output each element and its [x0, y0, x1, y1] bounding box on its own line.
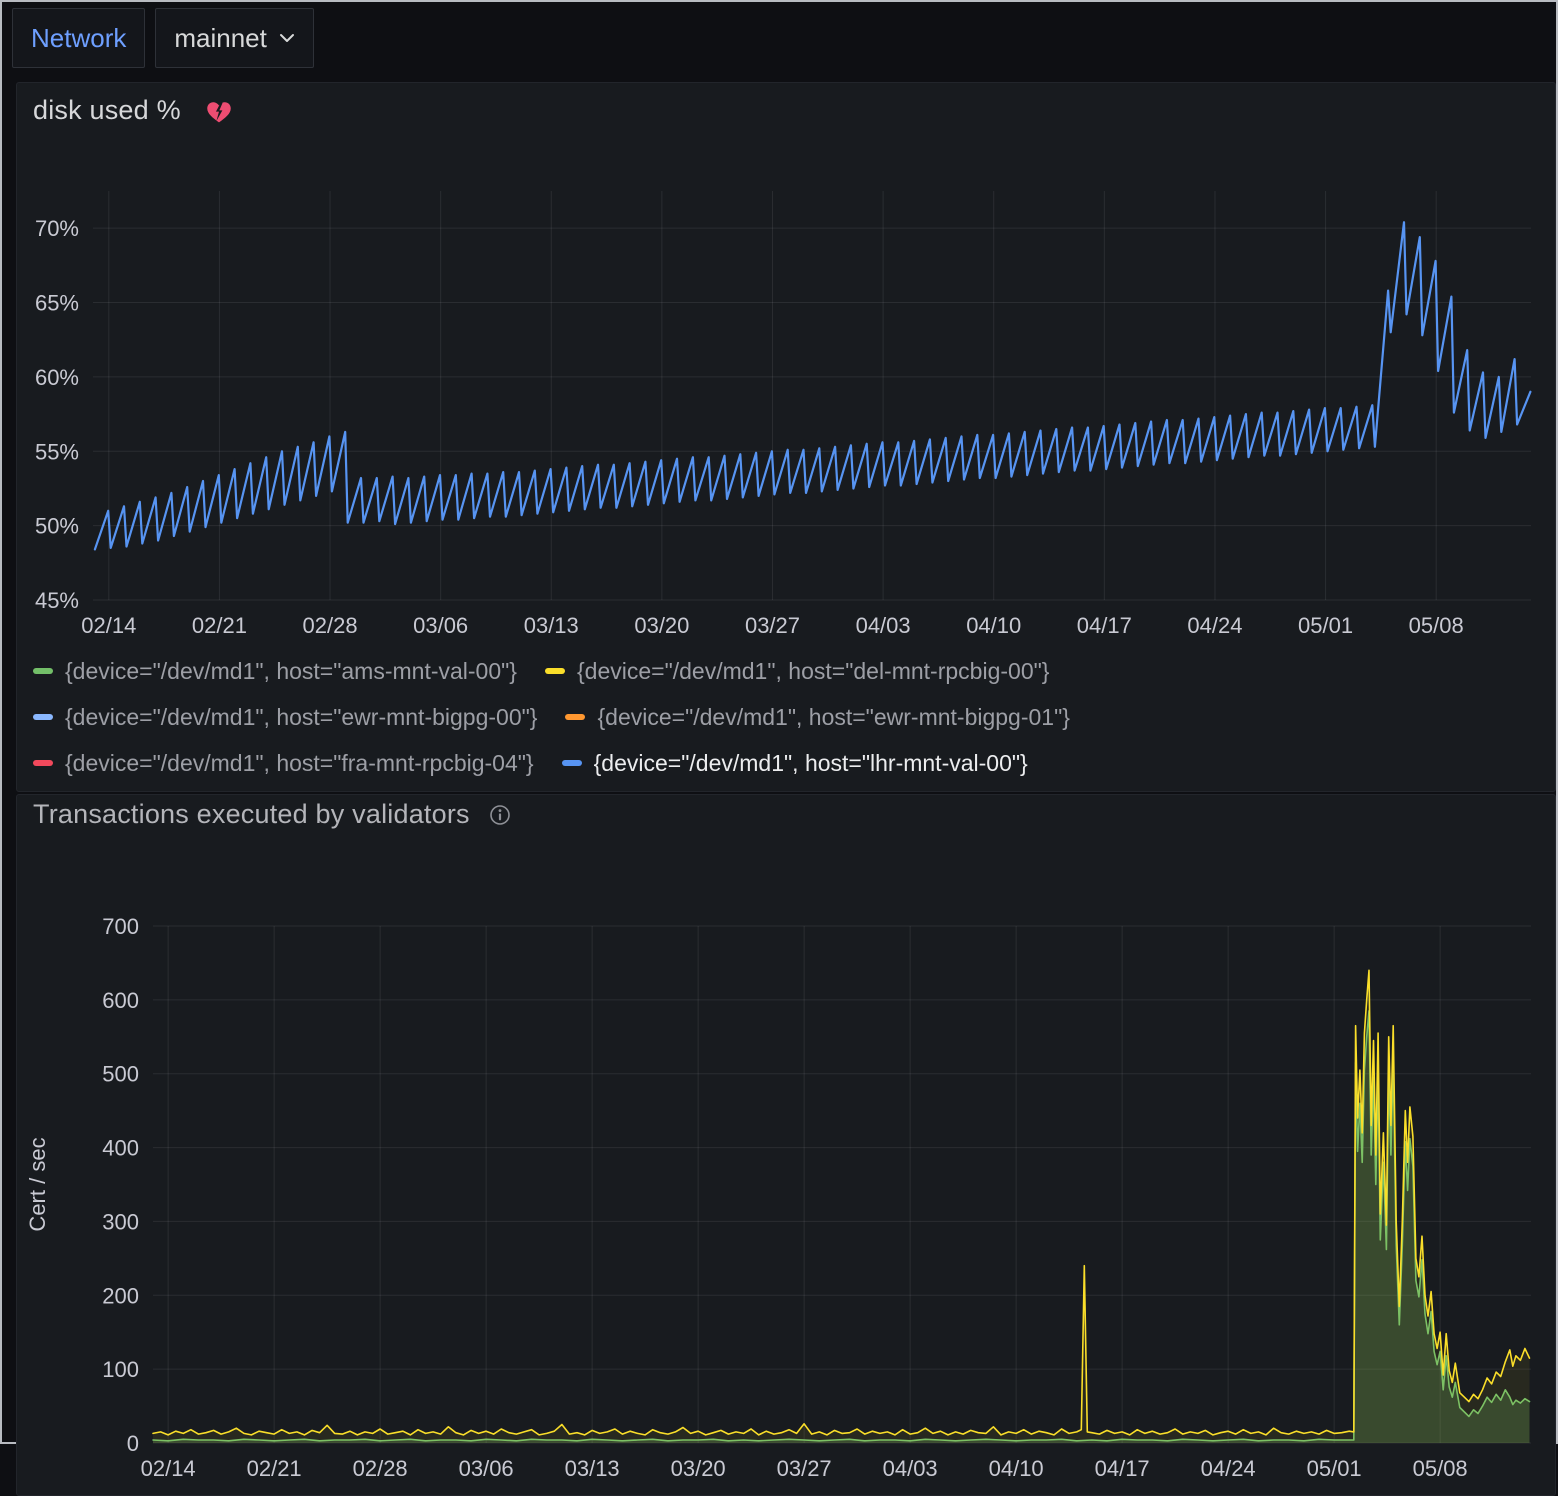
svg-text:04/10: 04/10 [966, 613, 1021, 638]
svg-text:200: 200 [102, 1283, 139, 1308]
svg-text:02/28: 02/28 [303, 613, 358, 638]
panel-transactions: Transactions executed by validators 02/1… [16, 794, 1556, 1496]
legend-item-label: {device="/dev/md1", host="ewr-mnt-bigpg-… [65, 704, 537, 731]
svg-text:04/10: 04/10 [989, 1456, 1044, 1481]
panel-disk-used: disk used % 02/1402/2102/2803/0603/1303/… [16, 82, 1556, 792]
disk-used-chart-canvas[interactable]: 02/14 02/21 02/28 03/06 03/13 03/20 03/27 04/03… [17, 83, 1555, 649]
legend-item-label: {device="/dev/md1", host="ams-mnt-val-00… [65, 658, 517, 685]
svg-text:03/06: 03/06 [459, 1456, 514, 1481]
svg-text:04/03: 04/03 [883, 1456, 938, 1481]
svg-text:300: 300 [102, 1209, 139, 1234]
svg-text:700: 700 [102, 914, 139, 939]
transactions-chart-canvas[interactable]: 02/14 02/21 02/28 03/06 03/13 03/20 03/27 04/03… [17, 841, 1555, 1493]
svg-text:60%: 60% [35, 365, 79, 390]
svg-text:70%: 70% [35, 216, 79, 241]
svg-text:04/03: 04/03 [856, 613, 911, 638]
series-line-validators-green [153, 1011, 1530, 1441]
legend-item-del-mnt-rpcbig-00[interactable]: {device="/dev/md1", host="del-mnt-rpcbig… [545, 658, 1049, 685]
legend-swatch [565, 714, 585, 720]
svg-text:04/17: 04/17 [1077, 613, 1132, 638]
legend-swatch [33, 668, 53, 674]
legend-item-label: {device="/dev/md1", host="fra-mnt-rpcbig… [65, 750, 534, 777]
axis-labels: 02/14 02/21 02/28 03/06 03/13 03/20 03/27 04/03… [35, 216, 1464, 638]
network-variable-label: Network [12, 8, 145, 68]
svg-text:04/24: 04/24 [1201, 1456, 1256, 1481]
legend-item-ewr-mnt-bigpg-01[interactable]: {device="/dev/md1", host="ewr-mnt-bigpg-… [565, 704, 1069, 731]
legend-item-lhr-mnt-val-00[interactable]: {device="/dev/md1", host="lhr-mnt-val-00… [562, 750, 1028, 777]
series-fill-validators-yellow [153, 970, 1530, 1443]
svg-text:05/01: 05/01 [1307, 1456, 1362, 1481]
svg-text:02/14: 02/14 [141, 1456, 196, 1481]
legend-row: {device="/dev/md1", host="ams-mnt-val-00… [33, 659, 1098, 683]
svg-text:03/20: 03/20 [634, 613, 689, 638]
svg-text:04/17: 04/17 [1095, 1456, 1150, 1481]
legend-item-label: {device="/dev/md1", host="ewr-mnt-bigpg-… [597, 704, 1069, 731]
y-axis-title: Cert / sec [25, 1137, 50, 1231]
svg-text:03/27: 03/27 [745, 613, 800, 638]
svg-text:600: 600 [102, 988, 139, 1013]
svg-text:03/13: 03/13 [565, 1456, 620, 1481]
legend-item-ams-mnt-val-00[interactable]: {device="/dev/md1", host="ams-mnt-val-00… [33, 658, 517, 685]
info-icon[interactable] [488, 803, 512, 827]
svg-text:05/01: 05/01 [1298, 613, 1353, 638]
series-line-validators-yellow [153, 970, 1530, 1435]
legend-item-label: {device="/dev/md1", host="del-mnt-rpcbig… [577, 658, 1049, 685]
svg-text:02/14: 02/14 [81, 613, 136, 638]
legend-swatch [33, 714, 53, 720]
panel2-title: Transactions executed by validators [33, 799, 470, 830]
series-fill-validators-green [153, 1011, 1530, 1443]
svg-text:03/27: 03/27 [777, 1456, 832, 1481]
legend-item-label: {device="/dev/md1", host="lhr-mnt-val-00… [594, 750, 1028, 777]
legend-swatch [545, 668, 565, 674]
legend-swatch [33, 760, 53, 766]
svg-text:400: 400 [102, 1136, 139, 1161]
dashboard-variable-row: Network mainnet [12, 8, 314, 68]
svg-text:02/21: 02/21 [247, 1456, 302, 1481]
network-label: Network [31, 23, 126, 54]
network-variable-dropdown[interactable]: mainnet [155, 8, 314, 68]
gridlines [93, 191, 1531, 600]
svg-text:100: 100 [102, 1357, 139, 1382]
svg-text:50%: 50% [35, 514, 79, 539]
chevron-down-icon [279, 33, 295, 43]
axis-labels: 02/14 02/21 02/28 03/06 03/13 03/20 03/27 04/03… [25, 914, 1468, 1481]
svg-text:04/24: 04/24 [1187, 613, 1242, 638]
svg-text:05/08: 05/08 [1409, 613, 1464, 638]
disk-used-legend: {device="/dev/md1", host="ams-mnt-val-00… [33, 659, 1098, 797]
svg-text:05/08: 05/08 [1413, 1456, 1468, 1481]
svg-text:500: 500 [102, 1062, 139, 1087]
svg-text:02/28: 02/28 [353, 1456, 408, 1481]
legend-swatch [562, 760, 582, 766]
svg-text:55%: 55% [35, 439, 79, 464]
svg-text:03/20: 03/20 [671, 1456, 726, 1481]
svg-text:03/13: 03/13 [524, 613, 579, 638]
svg-text:65%: 65% [35, 291, 79, 316]
gridlines [153, 926, 1531, 1443]
legend-item-fra-mnt-rpcbig-04[interactable]: {device="/dev/md1", host="fra-mnt-rpcbig… [33, 750, 534, 777]
panel-title-row: Transactions executed by validators [33, 799, 512, 830]
legend-row: {device="/dev/md1", host="ewr-mnt-bigpg-… [33, 705, 1098, 729]
legend-item-ewr-mnt-bigpg-00[interactable]: {device="/dev/md1", host="ewr-mnt-bigpg-… [33, 704, 537, 731]
svg-text:03/06: 03/06 [413, 613, 468, 638]
series-line-disk-used-lhr-mnt-val-00 [95, 222, 1531, 549]
network-value[interactable]: mainnet [174, 23, 267, 54]
svg-text:02/21: 02/21 [192, 613, 247, 638]
svg-text:45%: 45% [35, 588, 79, 613]
legend-row: {device="/dev/md1", host="fra-mnt-rpcbig… [33, 751, 1098, 775]
